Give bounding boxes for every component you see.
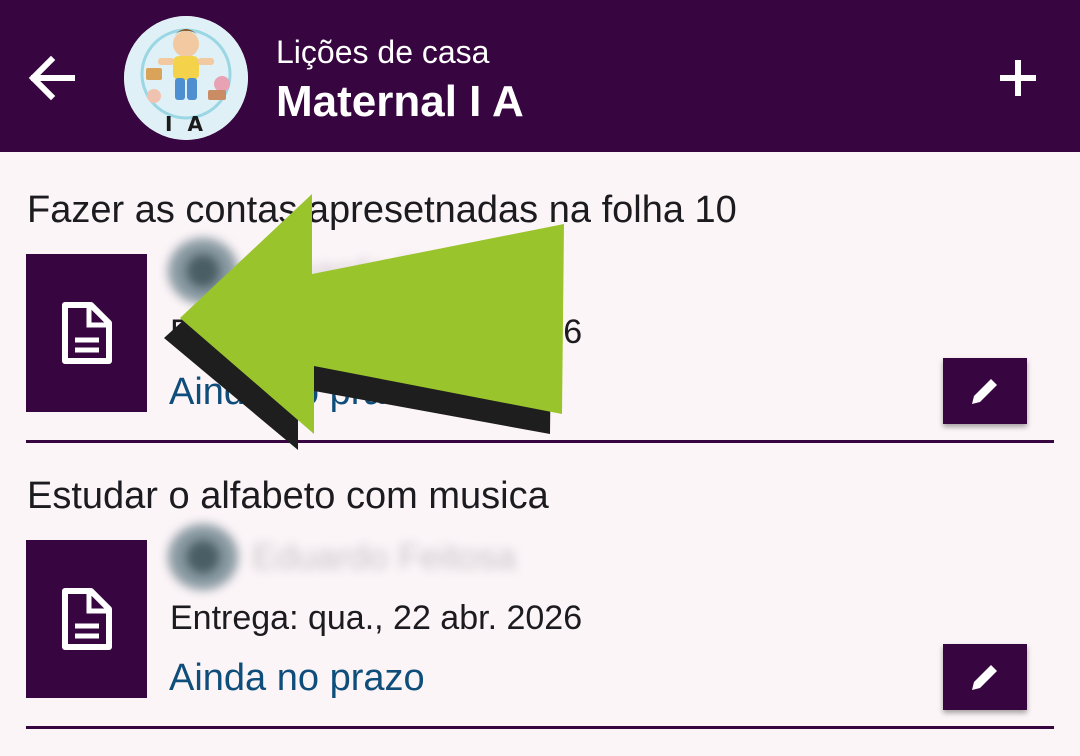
class-avatar: I A: [124, 16, 248, 140]
app-bar-subtitle: Lições de casa: [276, 34, 490, 70]
add-lesson-button[interactable]: [986, 46, 1050, 110]
back-button[interactable]: [20, 46, 84, 110]
student-avatar: [168, 524, 238, 590]
pencil-icon: [972, 379, 997, 404]
student-avatar: [168, 238, 238, 304]
app-bar: I A Lições de casa Maternal I A: [0, 0, 1080, 152]
pencil-icon: [972, 665, 997, 690]
document-icon: [62, 588, 112, 650]
arrow-back-icon: [28, 55, 75, 101]
deadline-status: Ainda no prazo: [169, 371, 425, 413]
document-icon: [62, 302, 112, 364]
edit-lesson-button[interactable]: [943, 644, 1027, 710]
divider: [26, 726, 1054, 729]
app-bar-title: Maternal I A: [276, 77, 524, 126]
edit-lesson-button[interactable]: [943, 358, 1027, 424]
class-avatar-label: I A: [165, 112, 207, 136]
plus-icon: [1000, 60, 1036, 96]
lesson-document-button[interactable]: [26, 254, 147, 412]
lesson-title: Estudar o alfabeto com musica: [27, 475, 549, 517]
lesson-document-button[interactable]: [26, 540, 147, 698]
lesson-item: Fazer as contas apresetnadas na folha 10…: [0, 152, 1080, 443]
due-date: Entrega: qua., 22 abr. 2026: [170, 313, 583, 351]
student-name: Eduardo Feitosa: [252, 536, 517, 577]
deadline-status: Ainda no prazo: [169, 657, 425, 699]
lesson-item: Estudar o alfabeto com musica Eduardo Fe…: [0, 438, 1080, 729]
due-date: Entrega: qua., 22 abr. 2026: [170, 599, 583, 637]
lesson-title: Fazer as contas apresetnadas na folha 10: [27, 189, 737, 231]
student-name: Eduardo Feitosa: [252, 250, 517, 291]
